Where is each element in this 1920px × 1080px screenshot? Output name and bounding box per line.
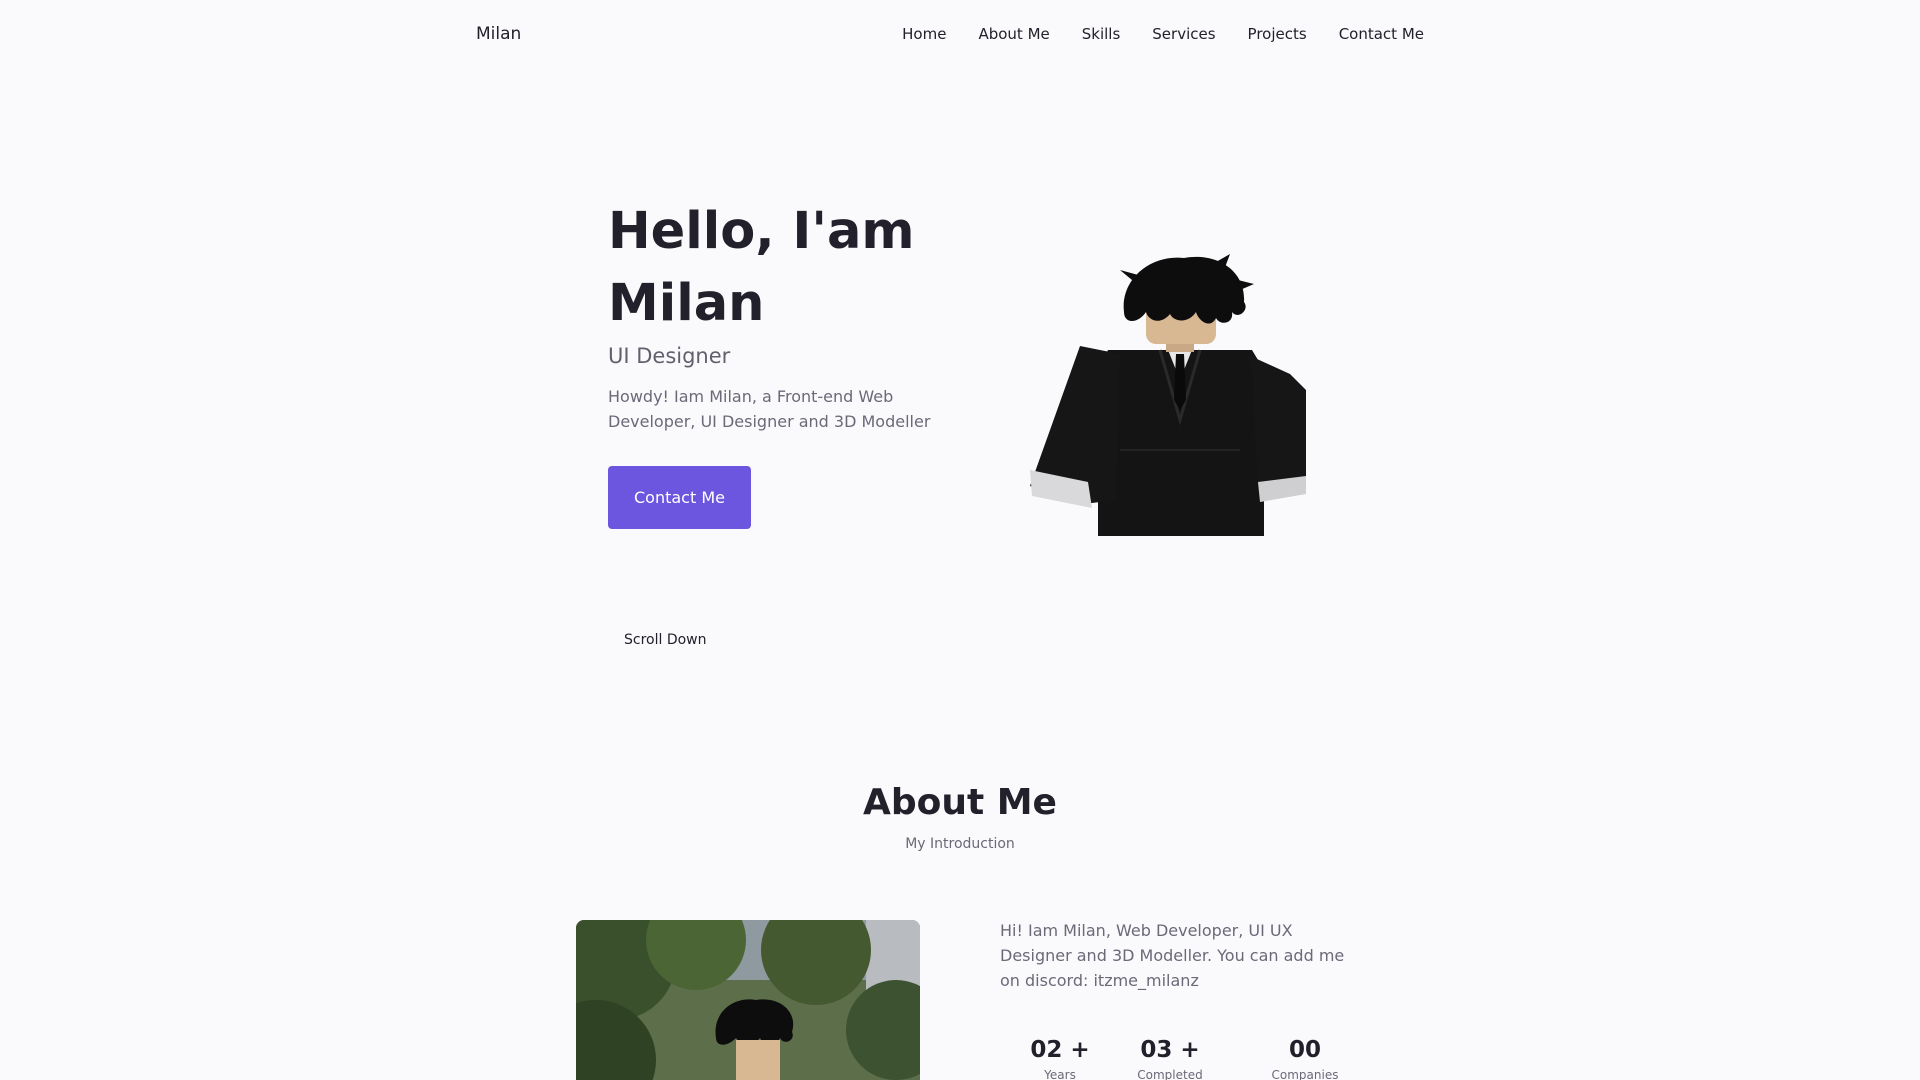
avatar-tie [1174,354,1186,410]
stat-companies: 00 Companies [1245,1036,1365,1080]
about-subtitle: My Introduction [905,836,1015,852]
roblox-avatar-image [1030,254,1306,536]
stat-completed: 03 + Completed [1110,1036,1230,1080]
nav-home[interactable]: Home [902,25,946,43]
stat-label: Companies [1271,1068,1339,1080]
stat-number: 00 [1288,1037,1321,1063]
stat-number: 03 + [1140,1037,1200,1063]
hero-title: Hello, I'am Milan [608,196,968,340]
hero-subtitle: UI Designer [608,344,731,368]
scroll-down-link[interactable]: Scroll Down [624,632,707,648]
nav-about-me[interactable]: About Me [978,25,1049,43]
main-nav: Home About Me Skills Services Projects C… [902,25,1424,43]
nav-skills[interactable]: Skills [1082,25,1121,43]
hero-description: Howdy! Iam Milan, a Front-end Web Develo… [608,387,931,431]
hero-title-line1: Hello, I'am [608,202,915,261]
portfolio-page: Milan Home About Me Skills Services Proj… [0,0,1920,1080]
stat-label: Years [1044,1068,1076,1080]
stat-label: Completed [1137,1068,1203,1080]
stat-years: 02 + Years [1000,1036,1120,1080]
about-description: Hi! Iam Milan, Web Developer, UI UX Desi… [1000,921,1345,990]
avatar-hair [1123,256,1246,324]
photo-avatar-face [736,1040,780,1080]
stat-number: 02 + [1030,1037,1090,1063]
about-photo-image [576,920,920,1080]
about-title: About Me [863,782,1057,823]
contact-me-button[interactable]: Contact Me [608,466,751,529]
nav-services[interactable]: Services [1152,25,1215,43]
nav-contact-me[interactable]: Contact Me [1339,25,1424,43]
about-stats: 02 + Years 03 + Completed 00 Companies [1000,1036,1360,1080]
hero-title-line2: Milan [608,274,765,333]
nav-projects[interactable]: Projects [1248,25,1307,43]
site-logo[interactable]: Milan [476,24,521,44]
